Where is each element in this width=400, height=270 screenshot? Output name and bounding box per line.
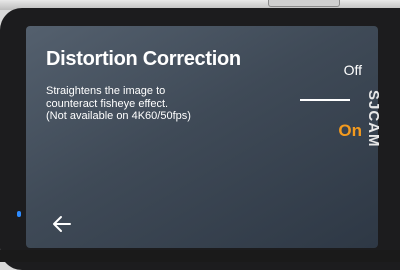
setting-title: Distortion Correction — [46, 48, 241, 70]
arrow-left-icon — [53, 216, 71, 232]
description-line: counteract fisheye effect. — [46, 97, 169, 110]
option-on[interactable]: On — [338, 121, 362, 141]
camera-screen: Distortion Correction Straightens the im… — [26, 26, 378, 248]
status-led-icon — [17, 211, 21, 217]
setting-description: Straightens the image to counteract fish… — [46, 85, 246, 123]
camera-bottom-edge — [0, 250, 400, 262]
brand-name: SJCAM — [365, 90, 382, 148]
camera-top-slot — [268, 0, 340, 7]
description-line: Straightens the image to — [46, 85, 166, 97]
back-button[interactable] — [50, 212, 74, 236]
option-off[interactable]: Off — [344, 62, 362, 78]
option-divider — [300, 99, 350, 101]
description-line: (Not available on 4K60/50fps) — [46, 110, 191, 122]
brand-logo: SJCAM — [365, 28, 400, 148]
